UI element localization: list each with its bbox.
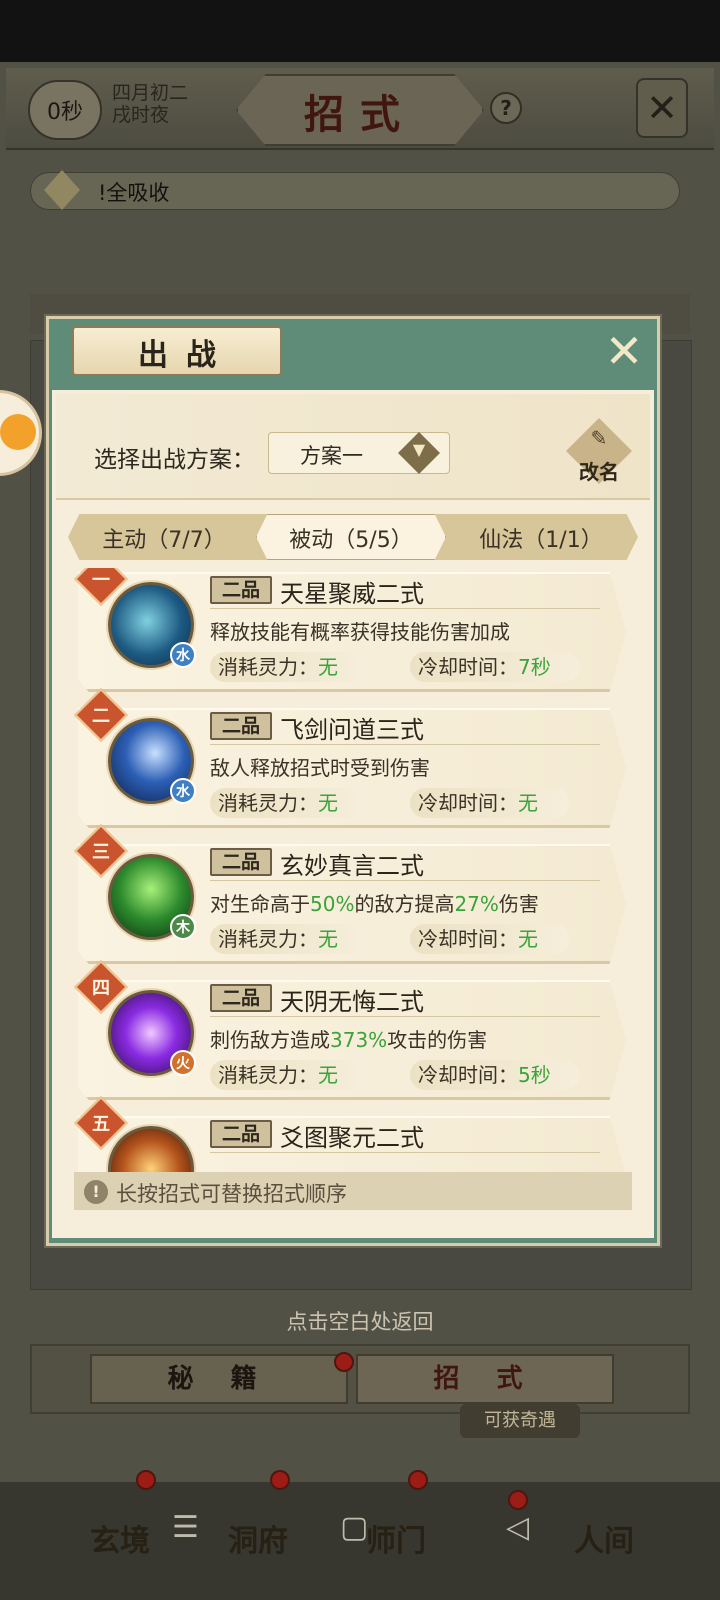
tab-passive-skills[interactable]: 被动（5/5） (266, 522, 436, 554)
skill-name: 爻图聚元二式 (280, 1124, 424, 1152)
divider (210, 1016, 600, 1017)
cost-label: 消耗灵力： (218, 655, 318, 679)
grade-badge: 二品 (210, 576, 272, 604)
skill-name: 天阴无悔二式 (280, 988, 424, 1016)
cost-stat: 消耗灵力：无 (210, 788, 364, 818)
wood-element-icon: 木 (170, 914, 196, 940)
cost-value: 无 (318, 1063, 338, 1087)
skill-description: 对生命高于50%的敌方提高27%伤害 (210, 888, 539, 917)
skill-description: 刺伤敌方造成373%攻击的伤害 (210, 1024, 487, 1053)
cooldown-stat: 冷却时间：7秒 (410, 652, 580, 682)
skill-description: 敌人释放招式时受到伤害 (210, 756, 430, 780)
desc-text: 攻击的伤害 (387, 1028, 488, 1052)
hint-text: 长按招式可替换招式顺序 (116, 1182, 347, 1206)
grade-badge: 二品 (210, 984, 272, 1012)
cooldown-stat: 冷却时间：无 (410, 788, 570, 818)
grade-badge: 二品 (210, 848, 272, 876)
divider (210, 744, 600, 745)
modal-title: 出战 (138, 338, 234, 373)
info-icon: ! (84, 1180, 108, 1204)
cost-stat: 消耗灵力：无 (210, 924, 364, 954)
cooldown-value: 7秒 (518, 655, 551, 679)
skill-list[interactable]: 一 水 二品 天星聚威二式 释放技能有概率获得技能伤害加成 消耗灵力：无 冷却时… (70, 568, 636, 1174)
skill-name: 飞剑问道三式 (280, 716, 424, 744)
rank-number: 一 (92, 570, 110, 591)
cost-stat: 消耗灵力：无 (210, 1060, 364, 1090)
tab-active-skills[interactable]: 主动（7/7） (84, 522, 244, 554)
skill-name: 天星聚威二式 (280, 580, 424, 608)
skill-name: 玄妙真言二式 (280, 852, 424, 880)
status-bar-area (0, 0, 720, 62)
rank-number: 五 (92, 1114, 110, 1135)
grade-badge: 二品 (210, 1120, 272, 1148)
cooldown-value: 无 (518, 927, 538, 951)
cost-label: 消耗灵力： (218, 927, 318, 951)
water-element-icon: 水 (170, 642, 196, 668)
desc-text: 对生命高于 (210, 892, 310, 916)
desc-highlight: 50% (310, 892, 355, 916)
desc-text: 的敌方提高 (354, 892, 455, 916)
brush-icon: ✎ (590, 426, 608, 450)
cooldown-stat: 冷却时间：5秒 (410, 1060, 580, 1090)
cooldown-value: 无 (518, 791, 538, 815)
water-element-icon: 水 (170, 778, 196, 804)
desc-text: 伤害 (498, 892, 539, 916)
cost-label: 消耗灵力： (218, 791, 318, 815)
cost-value: 无 (318, 655, 338, 679)
cooldown-stat: 冷却时间：无 (410, 924, 570, 954)
desc-text: 刺伤敌方造成 (210, 1028, 330, 1052)
cooldown-label: 冷却时间： (418, 655, 518, 679)
divider (210, 880, 600, 881)
rename-label[interactable]: 改名 (566, 456, 632, 485)
divider (210, 608, 600, 609)
plan-dropdown-value[interactable]: 方案一 (300, 440, 363, 470)
rank-number: 三 (92, 842, 110, 863)
grade-badge: 二品 (210, 712, 272, 740)
cost-value: 无 (318, 927, 338, 951)
cooldown-label: 冷却时间： (418, 927, 518, 951)
chevron-down-icon[interactable]: ▼ (398, 440, 440, 459)
cost-value: 无 (318, 791, 338, 815)
gamepad-icon[interactable] (0, 414, 36, 450)
cooldown-label: 冷却时间： (418, 1063, 518, 1087)
cooldown-label: 冷却时间： (418, 791, 518, 815)
cost-label: 消耗灵力： (218, 1063, 318, 1087)
plan-label: 选择出战方案： (94, 447, 255, 473)
desc-highlight: 27% (454, 892, 499, 916)
desc-highlight: 373% (330, 1028, 388, 1052)
cooldown-value: 5秒 (518, 1063, 551, 1087)
cost-stat: 消耗灵力：无 (210, 652, 364, 682)
close-icon[interactable]: ✕ (600, 328, 648, 376)
rank-number: 二 (92, 706, 110, 727)
fire-element-icon: 火 (170, 1050, 196, 1076)
divider (210, 1152, 600, 1153)
rank-number: 四 (92, 978, 110, 999)
skill-description: 释放技能有概率获得技能伤害加成 (210, 620, 510, 644)
tab-immortal-arts[interactable]: 仙法（1/1） (456, 522, 626, 554)
